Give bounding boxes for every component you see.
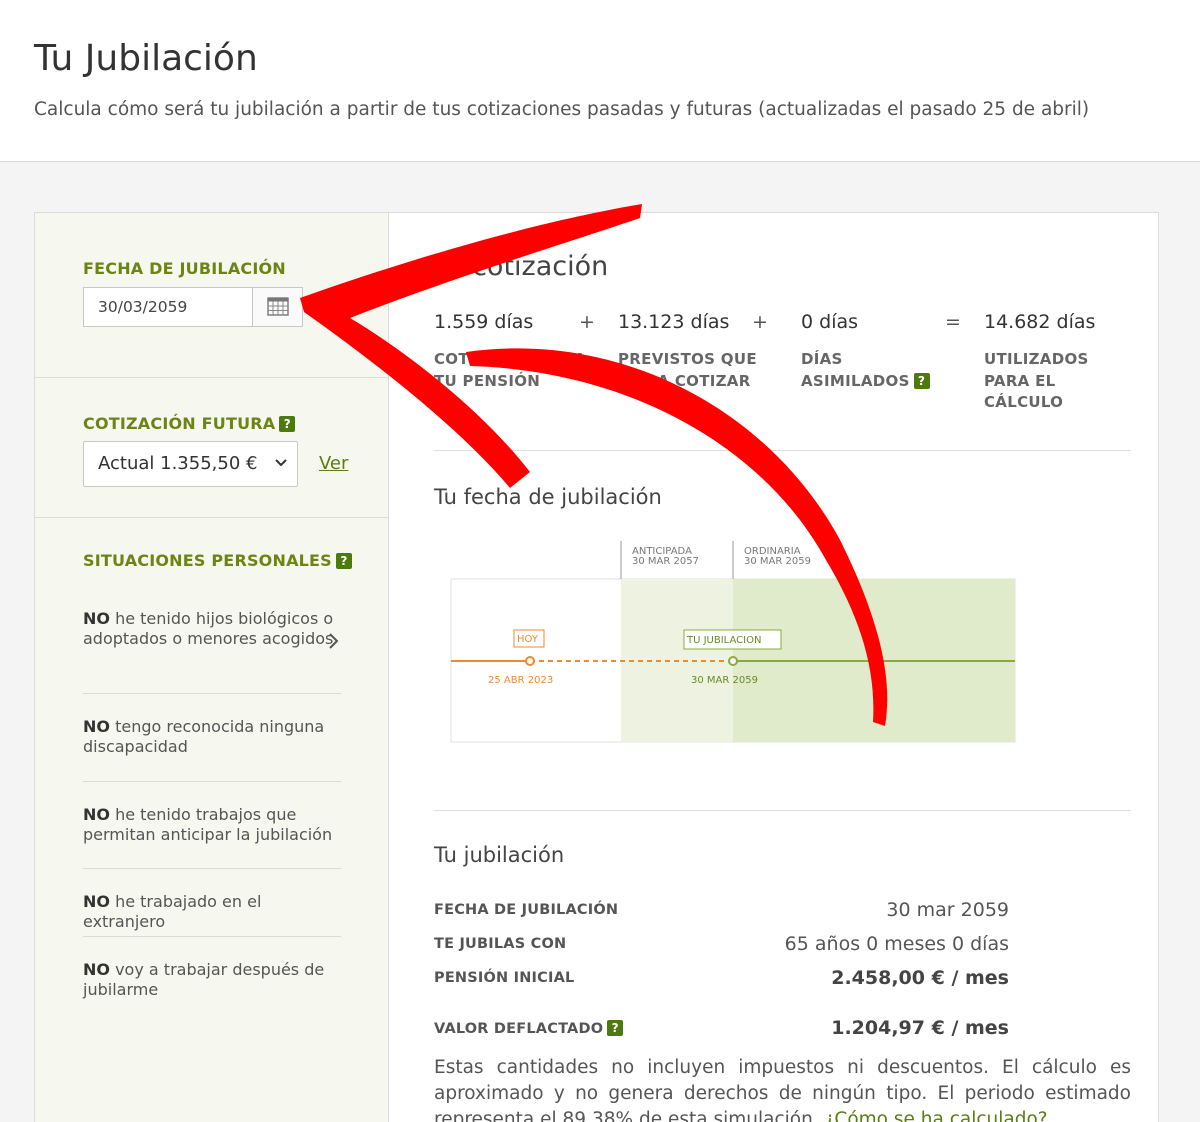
- future-contribution-select[interactable]: Actual 1.355,50 €: [83, 441, 298, 487]
- retirement-date-block: FECHA DE JUBILACIÓN: [35, 213, 389, 378]
- contribution-label: PREVISTOS QUE VAS A COTIZAR: [618, 350, 757, 390]
- how-calculated-link[interactable]: ¿Cómo se ha calculado?: [825, 1109, 1048, 1122]
- contribution-title: Tu cotización: [434, 251, 609, 282]
- contribution-value: 1.559 días: [434, 311, 534, 333]
- chevron-down-icon: [275, 459, 287, 467]
- chevron-right-icon[interactable]: [327, 631, 341, 651]
- contribution-value: 0 días: [801, 311, 859, 333]
- divider: [83, 781, 341, 782]
- future-contribution-value: Actual 1.355,50 €: [98, 453, 258, 474]
- retirement-date-label: FECHA DE JUBILACIÓN: [83, 259, 286, 278]
- contribution-label: DÍAS ASIMILADOS?: [801, 349, 930, 392]
- timeline-title: Tu fecha de jubilación: [434, 485, 662, 509]
- contribution-label: UTILIZADOS PARA EL CÁLCULO: [984, 350, 1089, 411]
- retirement-timeline: ANTICIPADA 30 MAR 2057 ORDINARIA 30 MAR …: [450, 541, 1016, 743]
- main-panel: Tu cotización 1.559 días + 13.123 días +…: [390, 213, 1160, 1122]
- page-header: Tu Jubilación Calcula cómo será tu jubil…: [0, 0, 1200, 162]
- deflated-value: 1.204,97 € / mes: [831, 1017, 1009, 1039]
- situation-children[interactable]: NO he tenido hijos biológicos o adoptado…: [83, 609, 341, 648]
- simulator-card: FECHA DE JUBILACIÓN 30/03/2059 COTIZACIÓ…: [34, 212, 1159, 1122]
- retirement-age-value: 65 años 0 meses 0 días: [784, 933, 1009, 955]
- disclaimer-note: Estas cantidades no incluyen impuestos n…: [434, 1055, 1131, 1122]
- page-subtitle: Calcula cómo será tu jubilación a partir…: [34, 99, 1090, 120]
- calendar-icon: [267, 297, 289, 316]
- today-date: 25 ABR 2023: [488, 675, 553, 686]
- contribution-value: 13.123 días: [618, 311, 730, 333]
- divider: [83, 693, 341, 694]
- help-icon[interactable]: ?: [607, 1020, 624, 1036]
- retirement-point: [728, 656, 738, 666]
- situation-disability[interactable]: NO tengo reconocida ninguna discapacidad: [83, 717, 341, 756]
- plus-operator: +: [752, 311, 768, 333]
- ordinary-date: 30 MAR 2059: [744, 556, 811, 567]
- contribution-label: COTIZADOS PARA TU PENSIÓN: [434, 350, 586, 390]
- settings-sidebar: FECHA DE JUBILACIÓN 30/03/2059 COTIZACIÓ…: [35, 213, 389, 1122]
- future-contribution-label: COTIZACIÓN FUTURA?: [83, 414, 296, 433]
- help-icon[interactable]: ?: [279, 416, 296, 432]
- personal-situations-label: SITUACIONES PERSONALES?: [83, 551, 352, 570]
- today-label: HOY: [517, 634, 539, 645]
- divider: [83, 936, 341, 937]
- divider: [434, 810, 1131, 811]
- calendar-button[interactable]: [252, 288, 302, 326]
- result-label: PENSIÓN INICIAL: [434, 970, 575, 986]
- retirement-date-field[interactable]: [83, 287, 303, 327]
- result-label: TE JUBILAS CON: [434, 936, 567, 952]
- plus-operator: +: [579, 311, 595, 333]
- retirement-date-value: 30 mar 2059: [886, 899, 1009, 921]
- situation-work-after[interactable]: NO voy a trabajar después de jubilarme: [83, 960, 341, 999]
- retirement-date: 30 MAR 2059: [691, 675, 758, 686]
- result-label: FECHA DE JUBILACIÓN: [434, 902, 619, 918]
- see-contribution-link[interactable]: Ver: [319, 453, 348, 474]
- divider: [83, 868, 341, 869]
- retirement-date-input[interactable]: [84, 288, 254, 326]
- situation-abroad[interactable]: NO he trabajado en el extranjero: [83, 892, 341, 931]
- early-date: 30 MAR 2057: [632, 556, 699, 567]
- initial-pension-value: 2.458,00 € / mes: [831, 967, 1009, 989]
- help-icon[interactable]: ?: [335, 553, 352, 569]
- divider: [434, 450, 1131, 451]
- result-label: VALOR DEFLACTADO?: [434, 1020, 624, 1037]
- equals-operator: =: [945, 311, 961, 333]
- page-title: Tu Jubilación: [34, 38, 258, 79]
- contribution-value: 14.682 días: [984, 311, 1096, 333]
- retirement-flag-label: TU JUBILACION: [686, 635, 761, 646]
- today-point: [525, 656, 535, 666]
- result-title: Tu jubilación: [434, 843, 565, 867]
- situation-early-jobs[interactable]: NO he tenido trabajos que permitan antic…: [83, 805, 341, 844]
- help-icon[interactable]: ?: [913, 372, 930, 389]
